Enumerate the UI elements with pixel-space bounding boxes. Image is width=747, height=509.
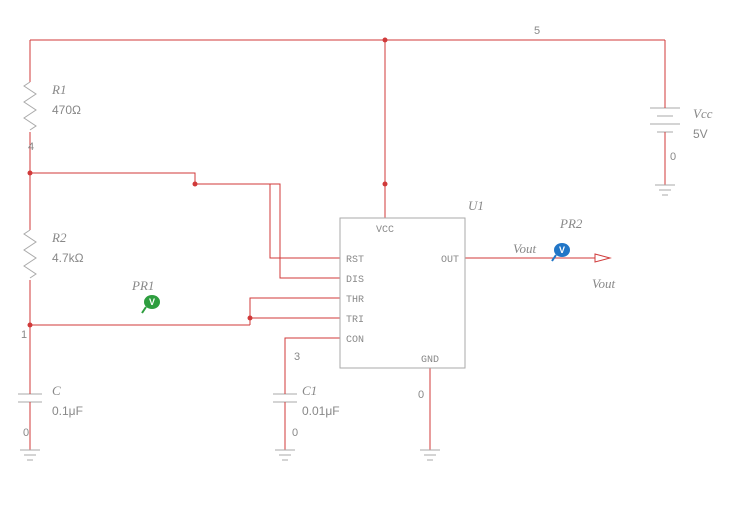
pin-out: OUT (441, 255, 459, 266)
label-c1: C1 (302, 383, 317, 398)
net-0b: 0 (292, 427, 298, 439)
net-0a: 0 (23, 427, 29, 439)
wire-thr (250, 298, 340, 325)
resistor-r2 (24, 230, 36, 278)
label-r2: R2 (51, 230, 67, 245)
value-r1: 470Ω (52, 103, 81, 117)
label-vcc: Vcc (693, 106, 713, 121)
pin-dis: DIS (346, 275, 364, 286)
capacitor-c1 (273, 390, 297, 406)
wire-tri (250, 318, 340, 325)
label-pr2: PR2 (559, 216, 583, 231)
value-r2: 4.7kΩ (52, 251, 84, 265)
pin-gnd: GND (421, 355, 439, 366)
svg-text:V: V (149, 297, 155, 307)
net-4: 4 (28, 141, 34, 153)
ground-c (20, 450, 40, 460)
label-vout-net: Vout (513, 241, 537, 256)
value-c: 0.1μF (52, 404, 83, 418)
value-c1: 0.01μF (302, 404, 340, 418)
schematic-svg: VCC RST DIS THR TRI CON GND OUT V V R1 4… (0, 0, 747, 509)
net-3: 3 (294, 351, 300, 363)
ic-u1: VCC RST DIS THR TRI CON GND OUT (340, 218, 465, 368)
label-u1: U1 (468, 198, 484, 213)
ground-vcc (655, 185, 675, 195)
wire-node4-dis (195, 184, 340, 278)
net-0c: 0 (418, 389, 424, 401)
schematic-canvas: VCC RST DIS THR TRI CON GND OUT V V R1 4… (0, 0, 747, 509)
capacitor-c (18, 390, 42, 406)
label-vout-port: Vout (592, 276, 616, 291)
ground-c1 (275, 450, 295, 460)
pin-thr: THR (346, 295, 364, 306)
wire-node4-rst (30, 173, 340, 258)
net-0d: 0 (670, 151, 676, 163)
pin-rst: RST (346, 255, 364, 266)
label-pr1: PR1 (131, 278, 154, 293)
resistor-r1 (24, 82, 36, 130)
value-vcc: 5V (693, 127, 708, 141)
net-1: 1 (21, 329, 27, 341)
battery-vcc (650, 100, 680, 140)
vout-arrow (595, 254, 610, 262)
label-c: C (52, 383, 61, 398)
pin-vcc: VCC (376, 225, 394, 236)
ground-u1 (420, 450, 440, 460)
net-5: 5 (534, 25, 540, 37)
probe-pr1: V (142, 295, 160, 313)
svg-text:V: V (559, 245, 565, 255)
pin-tri: TRI (346, 315, 364, 326)
pin-con: CON (346, 335, 364, 346)
label-r1: R1 (51, 82, 66, 97)
